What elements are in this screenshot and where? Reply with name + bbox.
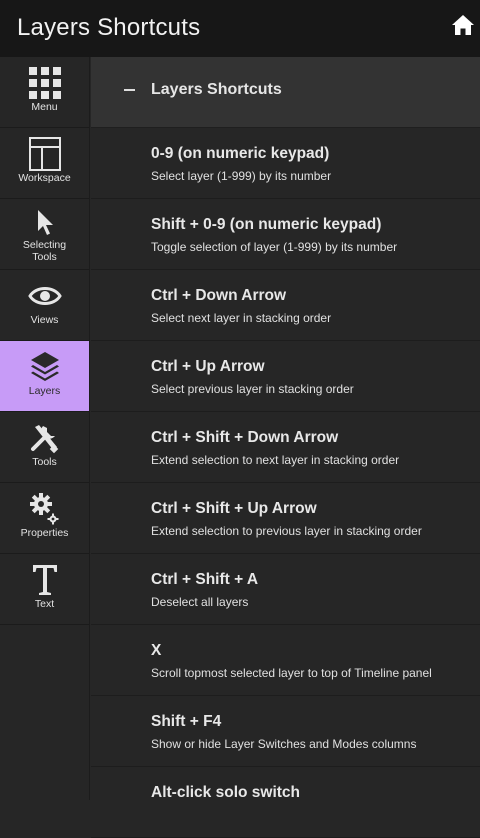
list-item: Shift + F4 Show or hide Layer Switches a… xyxy=(91,696,480,767)
shortcut-description: Extend selection to next layer in stacki… xyxy=(151,453,400,467)
list-item: Ctrl + Down Arrow Select next layer in s… xyxy=(91,270,480,341)
sidebar-item-tools[interactable]: Tools xyxy=(0,412,89,483)
shortcut-description: Extend selection to previous layer in st… xyxy=(151,524,422,538)
list-item: Ctrl + Shift + Down Arrow Extend selecti… xyxy=(91,412,480,483)
layers-icon xyxy=(29,349,61,385)
shortcut-key: Ctrl + Up Arrow xyxy=(151,358,265,375)
page-title: Layers Shortcuts xyxy=(17,14,201,41)
sidebar-item-label: Menu xyxy=(31,101,58,113)
shortcut-description: Select next layer in stacking order xyxy=(151,311,332,325)
shortcut-description: Select previous layer in stacking order xyxy=(151,382,354,396)
shortcut-key: Ctrl + Shift + A xyxy=(151,571,259,588)
list-item: 0-9 (on numeric keypad) Select layer (1-… xyxy=(91,128,480,199)
sidebar-item-layers[interactable]: Layers xyxy=(0,341,89,412)
sidebar-item-label: Selecting Tools xyxy=(22,239,67,263)
gears-icon xyxy=(29,491,60,527)
list-item: Ctrl + Shift + A Deselect all layers xyxy=(91,554,480,625)
text-icon xyxy=(31,562,59,598)
list-item: X Scroll topmost selected layer to top o… xyxy=(91,625,480,696)
home-icon[interactable] xyxy=(450,12,476,38)
shortcut-key: Ctrl + Shift + Up Arrow xyxy=(151,500,317,517)
shortcut-key: Ctrl + Down Arrow xyxy=(151,287,287,304)
sidebar-item-label: Tools xyxy=(32,456,57,468)
sidebar-item-text[interactable]: Text xyxy=(0,554,89,625)
sidebar-item-label: Views xyxy=(30,314,59,326)
sidebar-item-selecting-tools[interactable]: Selecting Tools xyxy=(0,199,89,270)
pointer-icon xyxy=(35,207,55,239)
shortcut-key: Shift + F4 xyxy=(151,713,222,730)
sidebar-item-menu[interactable]: Menu xyxy=(0,57,89,128)
shortcut-key: Alt-click solo switch xyxy=(151,784,301,801)
eye-icon xyxy=(27,278,62,314)
sidebar-item-label: Workspace xyxy=(18,172,71,184)
shortcut-description: Toggle selection of layer (1-999) by its… xyxy=(151,240,398,254)
shortcut-key: Shift + 0-9 (on numeric keypad) xyxy=(151,216,382,233)
sidebar-item-label: Text xyxy=(34,598,55,610)
sidebar-item-workspace[interactable]: Workspace xyxy=(0,128,89,199)
shortcut-description: Deselect all layers xyxy=(151,595,249,609)
shortcut-key: Ctrl + Shift + Down Arrow xyxy=(151,429,339,446)
shortcut-description: Show or hide Layer Switches and Modes co… xyxy=(151,737,417,751)
shortcut-description: Scroll topmost selected layer to top of … xyxy=(151,666,432,680)
sidebar-item-label: Properties xyxy=(20,527,69,539)
list-item: Ctrl + Shift + Up Arrow Extend selection… xyxy=(91,483,480,554)
sidebar-item-properties[interactable]: Properties xyxy=(0,483,89,554)
grid-icon xyxy=(28,65,62,101)
sidebar: Menu Workspace Selecting Tools Views Lay… xyxy=(0,57,90,800)
list-item: Shift + 0-9 (on numeric keypad) Toggle s… xyxy=(91,199,480,270)
app-bar: Layers Shortcuts xyxy=(0,0,480,57)
shortcut-key: X xyxy=(151,642,162,659)
sidebar-item-label: Layers xyxy=(28,385,61,397)
shortcut-list: Layers Shortcuts 0-9 (on numeric keypad)… xyxy=(91,57,480,838)
section-title: Layers Shortcuts xyxy=(151,81,282,98)
list-item: Ctrl + Up Arrow Select previous layer in… xyxy=(91,341,480,412)
tools-icon xyxy=(29,420,61,456)
section-header[interactable]: Layers Shortcuts xyxy=(91,57,480,128)
shortcut-key: 0-9 (on numeric keypad) xyxy=(151,145,330,162)
workspace-icon xyxy=(28,136,61,172)
shortcut-description: Select layer (1-999) by its number xyxy=(151,169,332,183)
sidebar-item-views[interactable]: Views xyxy=(0,270,89,341)
collapse-icon[interactable] xyxy=(124,89,135,91)
list-item: Alt-click solo switch xyxy=(91,767,480,838)
